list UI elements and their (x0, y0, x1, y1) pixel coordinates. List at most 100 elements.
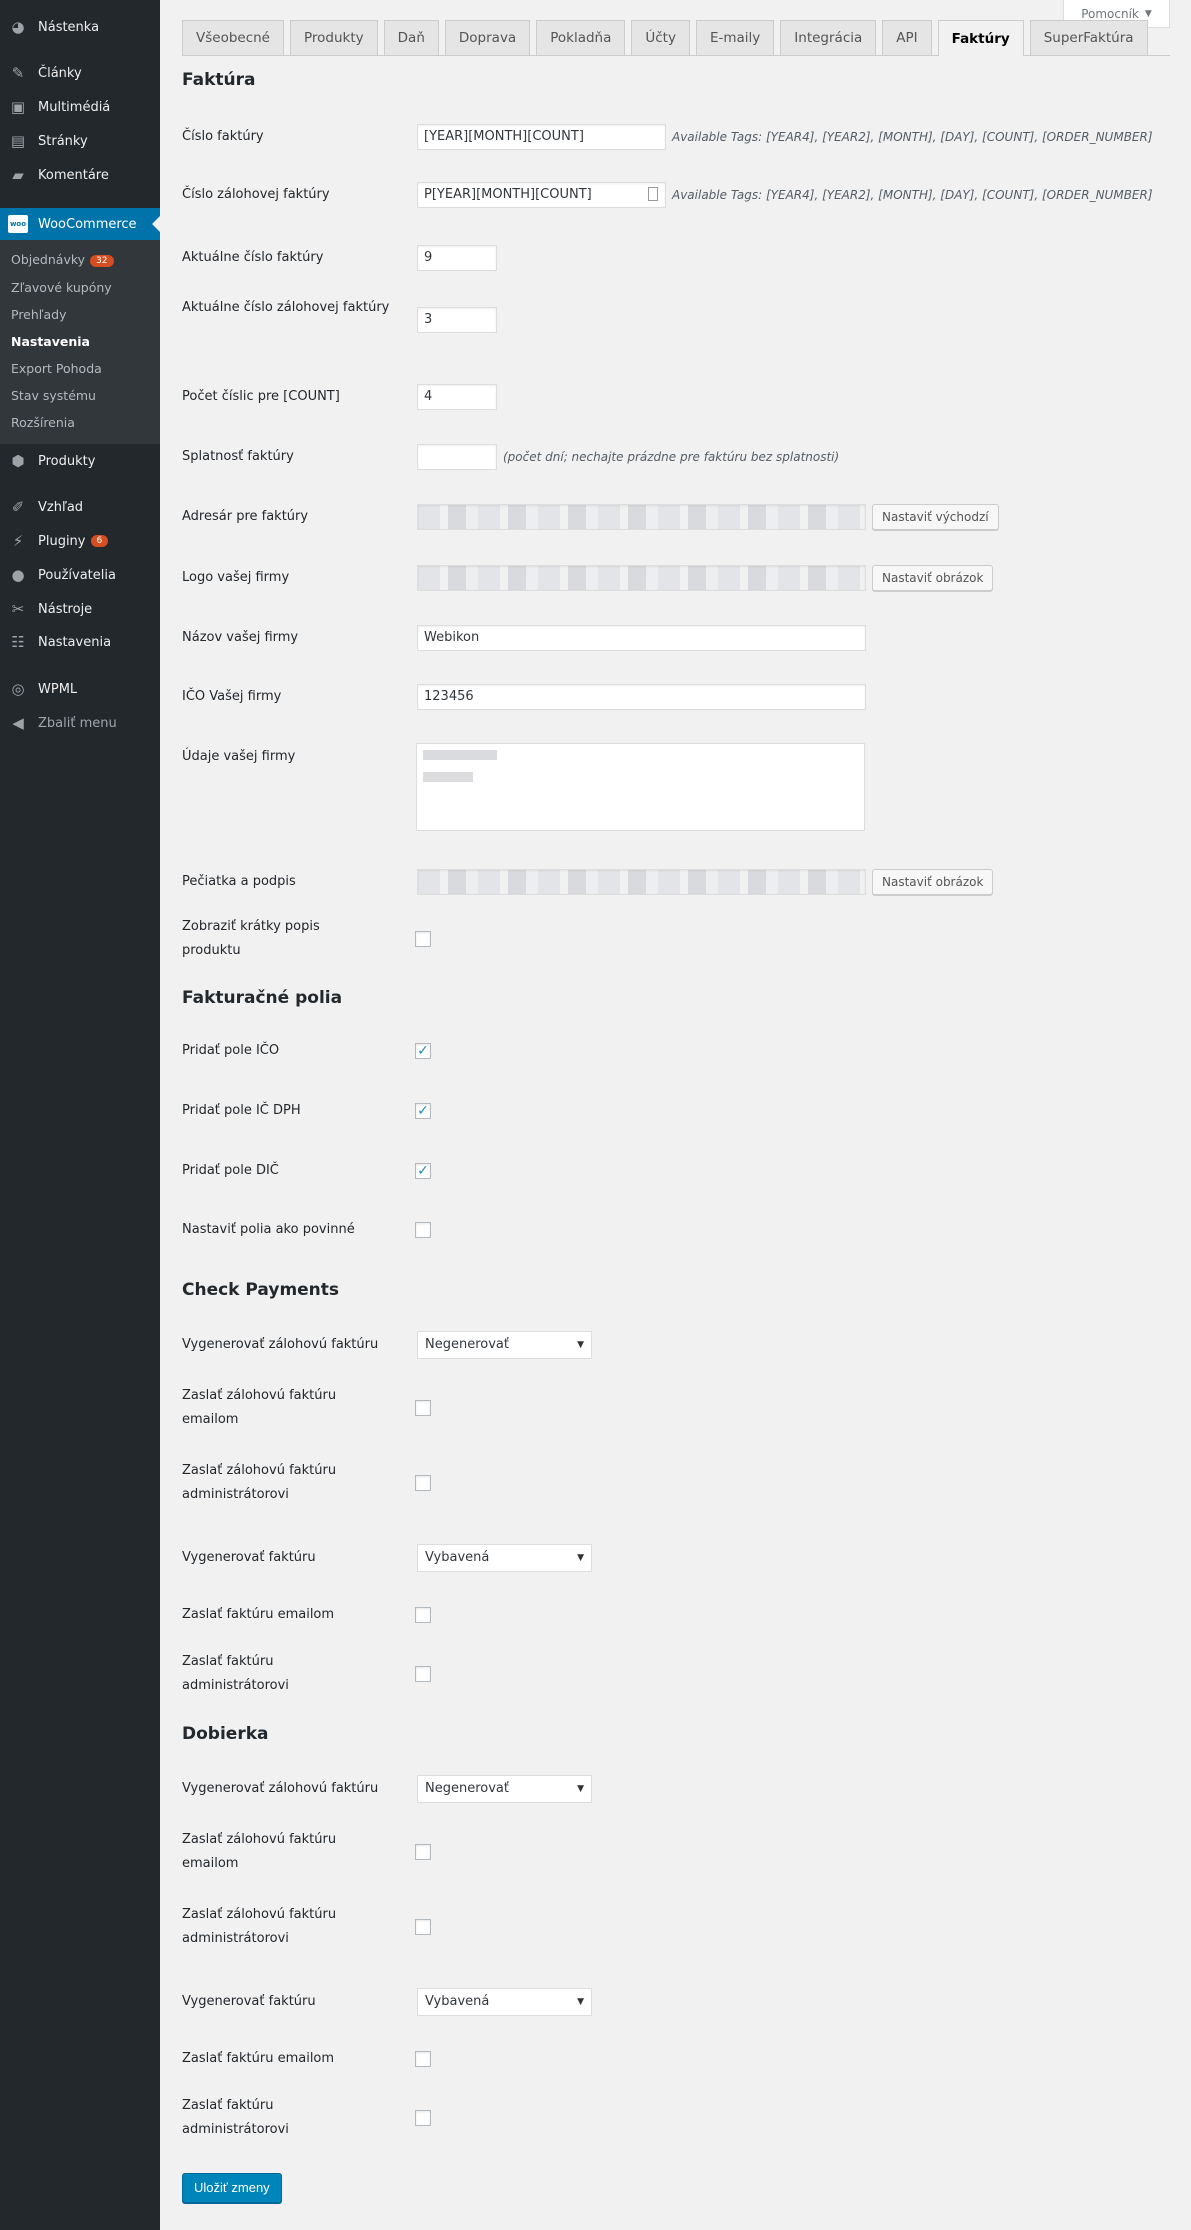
checkbox[interactable] (415, 1475, 431, 1491)
section-heading: Dobierka (182, 1724, 269, 1744)
checkbox[interactable] (415, 1666, 431, 1682)
checkbox[interactable] (415, 2051, 431, 2067)
sidebar-item-produkty[interactable]: ⬢ Produkty (0, 446, 160, 476)
field-label: IČO Vašej firmy (182, 689, 282, 704)
select-dropdown[interactable]: Vybavená (417, 1988, 592, 2016)
field-label: Vygenerovať zálohovú faktúru (182, 1781, 379, 1796)
sidebar-item-nástenka[interactable]: ◕ Nástenka (0, 12, 160, 42)
tab-3[interactable]: Doprava (444, 20, 531, 55)
submenu-item[interactable]: Objednávky 32 (11, 252, 114, 267)
sidebar-item-vzhľad[interactable]: ✐ Vzhľad (0, 492, 160, 522)
tab-5[interactable]: Účty (631, 20, 690, 55)
text-input[interactable] (417, 444, 497, 470)
select-dropdown[interactable]: Vybavená (417, 1544, 592, 1572)
tab-4[interactable]: Pokladňa (536, 20, 626, 55)
field-label: Zaslať zálohovú faktúru administrátorovi (182, 1463, 337, 1502)
checkbox[interactable]: ✓ (415, 1163, 431, 1179)
section-heading: Faktúra (182, 70, 256, 90)
sidebar-item-články[interactable]: ✎ Články (0, 58, 160, 88)
checkbox[interactable] (415, 2110, 431, 2126)
checkbox[interactable]: ✓ (415, 1103, 431, 1119)
tab-2[interactable]: Daň (383, 20, 439, 55)
field-label: Zaslať zálohovú faktúru administrátorovi (182, 1907, 337, 1946)
field-label: Splatnosť faktúry (182, 449, 294, 464)
checkbox[interactable]: ✓ (415, 1043, 431, 1059)
text-input[interactable]: 4 (417, 384, 497, 410)
media-button[interactable]: Nastaviť východzí (872, 504, 999, 530)
tab-0[interactable]: Všeobecné (182, 20, 284, 55)
media-url-input[interactable] (417, 869, 866, 895)
text-input[interactable]: P[YEAR][MONTH][COUNT] (417, 182, 666, 208)
sidebar-item-používatelia[interactable]: ● Používatelia (0, 560, 160, 590)
sidebar-item-label: Zbaliť menu (38, 715, 117, 731)
collapse-icon: ◀ (12, 714, 24, 732)
plugin-icon: ⚡ (12, 532, 24, 550)
checkbox[interactable] (415, 1844, 431, 1860)
submenu-item-label: Nastavenia (11, 334, 90, 349)
submenu-item[interactable]: Prehľady (11, 307, 66, 322)
dashboard-icon: ◕ (11, 18, 25, 36)
save-button[interactable]: Uložiť zmeny (182, 2173, 282, 2203)
submenu-item[interactable]: Zľavové kupóny (11, 280, 112, 295)
media-button[interactable]: Nastaviť obrázok (872, 869, 994, 895)
sidebar-item-label: Používatelia (38, 567, 116, 583)
comment-icon: ▰ (12, 166, 24, 184)
sidebar-item-nastavenia[interactable]: ☷ Nastavenia (0, 627, 160, 657)
checkmark-icon: ✓ (417, 1103, 429, 1119)
sidebar-item-stránky[interactable]: ▤ Stránky (0, 126, 160, 156)
sidebar-item-komentáre[interactable]: ▰ Komentáre (0, 160, 160, 190)
media-url-input[interactable] (417, 565, 866, 591)
field-picker-icon (648, 187, 658, 201)
tab-9[interactable]: Faktúry (937, 20, 1024, 56)
textarea-company-details[interactable] (416, 743, 865, 831)
checkbox[interactable] (415, 1919, 431, 1935)
checkbox[interactable] (415, 931, 431, 947)
sidebar-item-zbaliť-menu[interactable]: ◀ Zbaliť menu (0, 708, 160, 738)
woocommerce-submenu: Objednávky 32 Zľavové kupóny Prehľady Nastav… (0, 240, 160, 444)
field-label: Nastaviť polia ako povinné (182, 1222, 355, 1237)
submenu-item[interactable]: Stav systému (11, 388, 96, 403)
field-label: Číslo zálohovej faktúry (182, 187, 330, 202)
field-label: Pridať pole IČO (182, 1043, 280, 1058)
sidebar-item-pluginy[interactable]: ⚡ Pluginy 6 (0, 526, 160, 556)
settings-icon: ☷ (11, 633, 25, 651)
orders-count-badge: 32 (90, 254, 114, 267)
checkmark-icon: ✓ (417, 1163, 429, 1179)
sidebar-item-label: WPML (38, 681, 78, 697)
submenu-item[interactable]: Export Pohoda (11, 361, 102, 376)
tab-1[interactable]: Produkty (290, 20, 378, 55)
select-dropdown[interactable]: Negenerovať (417, 1775, 592, 1803)
tab-10[interactable]: SuperFaktúra (1029, 20, 1148, 55)
checkbox[interactable] (415, 1607, 431, 1623)
text-input[interactable]: 123456 (417, 684, 866, 710)
sidebar-item-label: Vzhľad (38, 499, 84, 515)
sidebar-item-woocommerce[interactable]: woo WooCommerce (0, 208, 160, 240)
submenu-item[interactable]: Nastavenia (11, 334, 90, 349)
sidebar-item-label: Nástenka (38, 19, 100, 35)
submenu-item-label: Export Pohoda (11, 361, 102, 376)
field-label: Aktuálne číslo faktúry (182, 250, 324, 265)
tab-8[interactable]: API (882, 20, 932, 55)
field-label: Aktuálne číslo zálohovej faktúry (182, 300, 390, 315)
sidebar-item-multimédiá[interactable]: ▣ Multimédiá (0, 92, 160, 122)
text-input[interactable]: 9 (417, 245, 497, 271)
checkbox[interactable] (415, 1222, 431, 1238)
sidebar-item-wpml[interactable]: ◎ WPML (0, 674, 160, 704)
help-label: Pomocník (1081, 6, 1139, 21)
checkbox[interactable] (415, 1400, 431, 1416)
tab-7[interactable]: Integrácia (780, 20, 877, 55)
text-input[interactable]: 3 (417, 307, 497, 333)
field-label: Počet číslic pre [COUNT] (182, 389, 340, 404)
sidebar-item-label: Produkty (38, 453, 96, 469)
field-label: Zaslať faktúru emailom (182, 1607, 335, 1622)
submenu-item[interactable]: Rozšírenia (11, 415, 75, 430)
media-button[interactable]: Nastaviť obrázok (872, 565, 994, 591)
tab-6[interactable]: E-maily (695, 20, 775, 55)
media-url-input[interactable] (417, 504, 866, 530)
field-label: Zobraziť krátky popis produktu (182, 919, 320, 958)
wpml-icon: ◎ (11, 680, 25, 698)
text-input[interactable]: Webikon (417, 625, 866, 651)
text-input[interactable]: [YEAR][MONTH][COUNT] (417, 124, 666, 150)
sidebar-item-nástroje[interactable]: ✂ Nástroje (0, 594, 160, 624)
select-dropdown[interactable]: Negenerovať (417, 1331, 592, 1359)
